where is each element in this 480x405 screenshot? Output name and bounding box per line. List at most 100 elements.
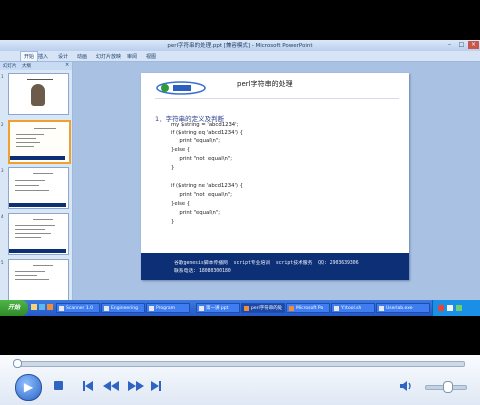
rewind-button[interactable] — [101, 378, 121, 394]
window-icon — [199, 306, 204, 311]
slide-thumbnail-2[interactable] — [8, 120, 71, 164]
tab-slideshow[interactable]: 幻灯片放映 — [96, 53, 121, 60]
thumb-line — [15, 233, 51, 234]
window-title: perl字符串的处理.ppt [兼容模式] - Microsoft PowerP… — [167, 43, 313, 49]
code-line: print "equal\n"; — [171, 210, 221, 216]
previous-button[interactable] — [80, 378, 96, 394]
fast-forward-button[interactable] — [126, 378, 146, 394]
start-button[interactable]: 开始 — [0, 300, 28, 316]
taskbar-item-label: Microsoft Po — [296, 306, 324, 311]
thumb-line — [15, 237, 41, 238]
slide-number: 3 — [1, 168, 4, 173]
slide-thumbnail-1[interactable] — [8, 73, 69, 115]
minimize-button[interactable]: – — [444, 41, 455, 49]
code-line: }else { — [171, 147, 191, 153]
thumb-footer — [9, 249, 66, 253]
slides-panel: 幻灯片 大纲 × 1 2 3 4 5 — [0, 62, 73, 308]
quick-launch — [31, 304, 55, 312]
slide-number: 1 — [1, 74, 4, 79]
tab-home[interactable]: 开始 — [20, 51, 39, 61]
taskbar-item-label: Userlab.exe — [386, 306, 413, 311]
media-player-controls: ▶ — [0, 355, 480, 405]
thumb-line — [34, 128, 56, 129]
tray-icon[interactable] — [447, 305, 453, 311]
play-button[interactable]: ▶ — [15, 374, 42, 401]
thumb-line — [33, 219, 53, 220]
thumb-line — [15, 229, 45, 230]
thumb-line — [33, 265, 53, 266]
taskbar-item-label: Program — [156, 306, 175, 311]
window-icon — [379, 306, 384, 311]
panel-tabs: 幻灯片 大纲 × — [0, 62, 72, 70]
tab-animation[interactable]: 动画 — [77, 53, 87, 60]
tray-icon[interactable] — [438, 305, 444, 311]
taskbar-item[interactable]: 第一讲 ppt — [196, 303, 240, 313]
close-panel-icon[interactable]: × — [65, 62, 69, 68]
thumb-line — [15, 275, 37, 276]
slide-thumbnail-4[interactable] — [8, 213, 69, 255]
title-divider — [155, 98, 399, 99]
code-line: if ($string eq 'abcd1234') { — [171, 130, 244, 136]
folder-icon — [104, 306, 109, 311]
quick-launch-icon[interactable] — [47, 304, 53, 310]
quick-launch-icon[interactable] — [39, 304, 45, 310]
close-button[interactable]: × — [468, 41, 479, 49]
stop-button[interactable] — [54, 381, 63, 390]
taskbar-item[interactable]: perl字符串的处 — [241, 303, 285, 313]
thumb-line — [33, 173, 53, 174]
thumb-footer — [9, 203, 66, 207]
code-line: } — [171, 165, 175, 171]
thumb-line — [16, 146, 34, 147]
folder-icon — [149, 306, 154, 311]
next-button[interactable] — [148, 378, 164, 394]
window-icon — [334, 306, 339, 311]
volume-icon[interactable] — [398, 378, 414, 394]
code-line: print "equal\n"; — [171, 138, 221, 144]
tab-outline[interactable]: 大纲 — [22, 63, 31, 69]
ribbon-tabs: 开始 插入 设计 动画 幻灯片放映 审阅 视图 — [0, 51, 480, 62]
thumb-footer — [10, 156, 65, 160]
maximize-button[interactable]: □ — [456, 41, 467, 49]
tab-review[interactable]: 审阅 — [127, 53, 137, 60]
thumb-line — [27, 79, 53, 80]
taskbar-item-label: perl字符串的处 — [251, 306, 283, 311]
code-line: print "not equal\n"; — [171, 192, 233, 198]
seek-handle[interactable] — [13, 359, 22, 368]
slide-thumbnail-3[interactable] — [8, 167, 69, 209]
taskbar-item-label: 第一讲 ppt — [206, 306, 229, 311]
powerpoint-icon — [289, 306, 294, 311]
slide-thumbnail-5[interactable] — [8, 259, 69, 301]
taskbar-item[interactable]: Y:\tool.sh — [331, 303, 375, 313]
code-line: }else { — [171, 201, 191, 207]
code-line: my $string = 'abcd1234'; — [171, 122, 239, 128]
code-line: } — [171, 219, 175, 225]
taskbar-item[interactable]: Scanner 1.0 — [56, 303, 100, 313]
taskbar-item[interactable]: Userlab.exe — [376, 303, 430, 313]
thumb-line — [15, 190, 49, 191]
tab-insert[interactable]: 插入 — [38, 53, 48, 60]
quick-launch-icon[interactable] — [31, 304, 37, 310]
taskbar-item[interactable]: Engineering — [101, 303, 145, 313]
thumb-line — [16, 142, 40, 143]
taskbar-item[interactable]: Microsoft Po — [286, 303, 330, 313]
logo-icon — [155, 79, 207, 97]
code-line: if ($string ne 'abcd1234') { — [171, 183, 244, 189]
tab-slides[interactable]: 幻灯片 — [3, 63, 17, 69]
thumb-line — [15, 279, 49, 280]
taskbar-item-label: Scanner 1.0 — [66, 306, 93, 311]
window-icon — [59, 306, 64, 311]
seek-bar[interactable] — [15, 361, 465, 367]
code-line: print "not equal\n"; — [171, 156, 233, 162]
tab-view[interactable]: 视图 — [146, 53, 156, 60]
tab-design[interactable]: 设计 — [58, 53, 68, 60]
footer-line-1: 谷歌genesis脚本传播网 script专业培训 script技术服务 QQ:… — [174, 261, 359, 266]
thumb-line — [15, 185, 39, 186]
thumb-line — [16, 134, 44, 135]
thumb-line — [15, 271, 45, 272]
slide-number: 4 — [1, 214, 4, 219]
volume-handle[interactable] — [443, 381, 453, 393]
tray-icon[interactable] — [456, 305, 462, 311]
taskbar-item[interactable]: Program — [146, 303, 190, 313]
presenter-photo — [31, 84, 45, 106]
footer-line-2: 联系电话: 18080300180 — [174, 269, 231, 274]
